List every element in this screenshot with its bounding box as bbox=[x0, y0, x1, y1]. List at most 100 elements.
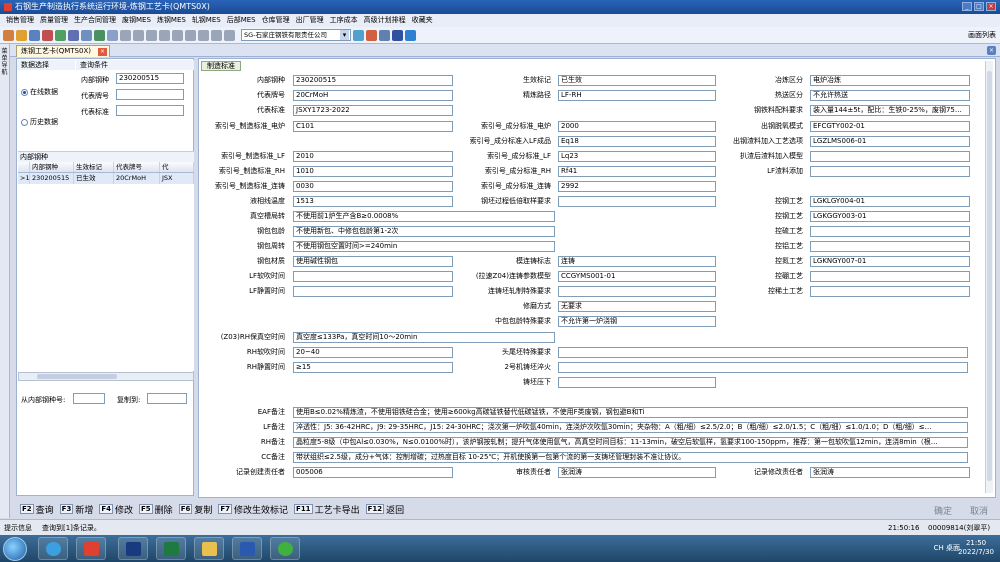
close-button[interactable]: × bbox=[986, 2, 996, 11]
word-icon[interactable] bbox=[232, 537, 262, 560]
ctrl1-field[interactable]: LGKLGY004-01 bbox=[810, 196, 970, 207]
confirm-button[interactable]: 确定 bbox=[934, 504, 952, 517]
idx-mfg-lf-field[interactable]: 2010 bbox=[293, 151, 453, 162]
f2-query-button[interactable]: F2 查询 bbox=[20, 503, 54, 516]
first-record-icon[interactable] bbox=[120, 29, 131, 41]
rep-grade-field[interactable]: 20CrMoH bbox=[293, 90, 453, 101]
sort-icon[interactable] bbox=[172, 29, 183, 41]
minimize-button[interactable]: _ bbox=[962, 2, 972, 11]
help-icon[interactable] bbox=[392, 29, 403, 41]
close-all-icon[interactable]: × bbox=[987, 46, 996, 55]
info-icon[interactable] bbox=[405, 29, 416, 41]
last-record-icon[interactable] bbox=[159, 29, 170, 41]
lf-static-field[interactable] bbox=[293, 286, 453, 297]
f5-delete-button[interactable]: F5 删除 bbox=[139, 503, 173, 516]
rh-blow-field[interactable]: 20~40 bbox=[293, 347, 453, 358]
rep-std-field[interactable]: JSXY1723-2022 bbox=[293, 105, 453, 116]
settings-icon[interactable] bbox=[366, 29, 377, 41]
internal-grade-field[interactable]: 230200515 bbox=[293, 75, 453, 86]
idx-comp-ef-field[interactable]: 2000 bbox=[558, 121, 716, 132]
idx-mfg-ef-field[interactable]: C101 bbox=[293, 121, 453, 132]
scroll-thumb[interactable] bbox=[987, 71, 992, 481]
tundish-field[interactable]: 不允许第一炉浇钢 bbox=[558, 316, 716, 327]
next-record-icon[interactable] bbox=[146, 29, 157, 41]
delete-icon[interactable] bbox=[42, 29, 53, 41]
maximize-button[interactable]: □ bbox=[974, 2, 984, 11]
radio-history[interactable]: 历史数据 bbox=[21, 117, 58, 127]
ie-icon[interactable] bbox=[38, 537, 68, 560]
menu-item[interactable]: 后部MES bbox=[224, 14, 259, 27]
lf-blow-field[interactable] bbox=[293, 271, 453, 282]
vac-ratio-field[interactable]: 不使用前1炉生产含B≥0.0008% bbox=[293, 211, 555, 222]
material-field[interactable]: 装入量144±5t，配比：生铁0-25%，废钢75… bbox=[810, 105, 970, 116]
ctrl6-field[interactable] bbox=[810, 271, 970, 282]
wechat-icon[interactable] bbox=[270, 537, 300, 560]
excel-icon[interactable] bbox=[156, 537, 186, 560]
eff-mark-field[interactable]: 已生效 bbox=[558, 75, 716, 86]
menu-item[interactable]: 废钢MES bbox=[119, 14, 154, 27]
close-tab-icon[interactable]: × bbox=[97, 48, 107, 56]
folder-icon[interactable] bbox=[194, 537, 224, 560]
tap-deox-field[interactable]: EFCGTY002-01 bbox=[810, 121, 970, 132]
cc-mark-field[interactable]: 连铸 bbox=[558, 256, 716, 267]
internal-grade-input[interactable]: 230200515 bbox=[116, 73, 184, 84]
grid-horizontal-scrollbar[interactable] bbox=[18, 372, 194, 381]
editor-icon[interactable] bbox=[118, 537, 148, 560]
menu-item[interactable]: 仓库管理 bbox=[259, 14, 293, 27]
table-icon[interactable] bbox=[224, 29, 235, 41]
menu-item[interactable]: 出厂管理 bbox=[293, 14, 327, 27]
start-button[interactable] bbox=[3, 537, 27, 561]
app-g-icon[interactable] bbox=[76, 537, 106, 560]
table-row[interactable]: >1 230200515 已生效 20CrMoH JSX bbox=[18, 173, 194, 184]
scroll-thumb[interactable] bbox=[37, 374, 117, 379]
f3-add-button[interactable]: F3 新增 bbox=[59, 503, 93, 516]
no2-water-field[interactable] bbox=[558, 362, 968, 373]
search-icon[interactable] bbox=[107, 29, 118, 41]
rh-note-field[interactable]: 晶粒度5-8级（中包Al≤0.030%，N≤0.0100%时），该炉钢按轧制；提… bbox=[293, 437, 968, 448]
grid-col-header[interactable]: 代表牌号 bbox=[114, 162, 160, 172]
z04-mold-field[interactable]: CCGYMS001-01 bbox=[558, 271, 716, 282]
heat-area-field[interactable]: 不允许热送 bbox=[810, 90, 970, 101]
tap-lf-alloy-field[interactable]: LGZLMS006-01 bbox=[810, 136, 970, 147]
rh-static-field[interactable]: ≥15 bbox=[293, 362, 453, 373]
menu-item[interactable]: 生产合同管理 bbox=[71, 14, 119, 27]
copy-icon[interactable] bbox=[81, 29, 92, 41]
menu-item[interactable]: 质量管理 bbox=[37, 14, 71, 27]
cc-emag-field[interactable] bbox=[558, 286, 716, 297]
cancel-button[interactable]: 取消 bbox=[970, 504, 988, 517]
liquidus-field[interactable]: 1513 bbox=[293, 196, 453, 207]
input-method-indicator[interactable]: CH bbox=[934, 544, 944, 552]
tab-qmts0x[interactable]: 炼钢工艺卡(QMTS0X) × bbox=[16, 45, 110, 57]
open-folder-icon[interactable] bbox=[16, 29, 27, 41]
idx-mfg-cc-field[interactable]: 0030 bbox=[293, 181, 453, 192]
creator-field[interactable]: 005006 bbox=[293, 467, 453, 478]
sf-press-field[interactable] bbox=[558, 377, 716, 388]
export-icon[interactable] bbox=[55, 29, 66, 41]
low-temp-req-field[interactable] bbox=[558, 196, 716, 207]
copy-from-input[interactable] bbox=[73, 393, 105, 404]
window-icon[interactable] bbox=[379, 29, 390, 41]
grid-col-header[interactable]: 代 bbox=[160, 162, 194, 172]
z03-rh-field[interactable]: 真空度≤133Pa，真空时间10～20min bbox=[293, 332, 555, 343]
clock[interactable]: 21:50 2022/7/30 bbox=[958, 539, 994, 557]
print-icon[interactable] bbox=[68, 29, 79, 41]
repair-field[interactable]: 无要求 bbox=[558, 301, 716, 312]
add-icon[interactable] bbox=[198, 29, 209, 41]
ladle-mat-field[interactable]: 使用碱性钢包 bbox=[293, 256, 453, 267]
f11-export-button[interactable]: F11 工艺卡导出 bbox=[294, 503, 360, 516]
route-field[interactable]: LF-RH bbox=[558, 90, 716, 101]
system-tray[interactable]: CH 桌面 bbox=[934, 543, 960, 553]
prev-record-icon[interactable] bbox=[133, 29, 144, 41]
f4-edit-button[interactable]: F4 修改 bbox=[99, 503, 133, 516]
radio-online[interactable]: 在线数据 bbox=[21, 87, 58, 97]
tab-mfg-standard[interactable]: 制造标准 bbox=[201, 61, 241, 71]
refresh-icon[interactable] bbox=[3, 29, 14, 41]
ladle-pack-field[interactable]: 不使用新包、中修包包龄第1-2次 bbox=[293, 226, 555, 237]
head-tail-field[interactable] bbox=[558, 347, 968, 358]
ctrl4-field[interactable] bbox=[810, 241, 970, 252]
idx-comp-lf-in-field[interactable]: Eq18 bbox=[558, 136, 716, 147]
screen-list-menu[interactable]: 画面列表 bbox=[968, 30, 996, 40]
smelt-area-field[interactable]: 电炉冶炼 bbox=[810, 75, 970, 86]
menu-item[interactable]: 销售管理 bbox=[3, 14, 37, 27]
ctrl5-field[interactable]: LGKNGY007-01 bbox=[810, 256, 970, 267]
